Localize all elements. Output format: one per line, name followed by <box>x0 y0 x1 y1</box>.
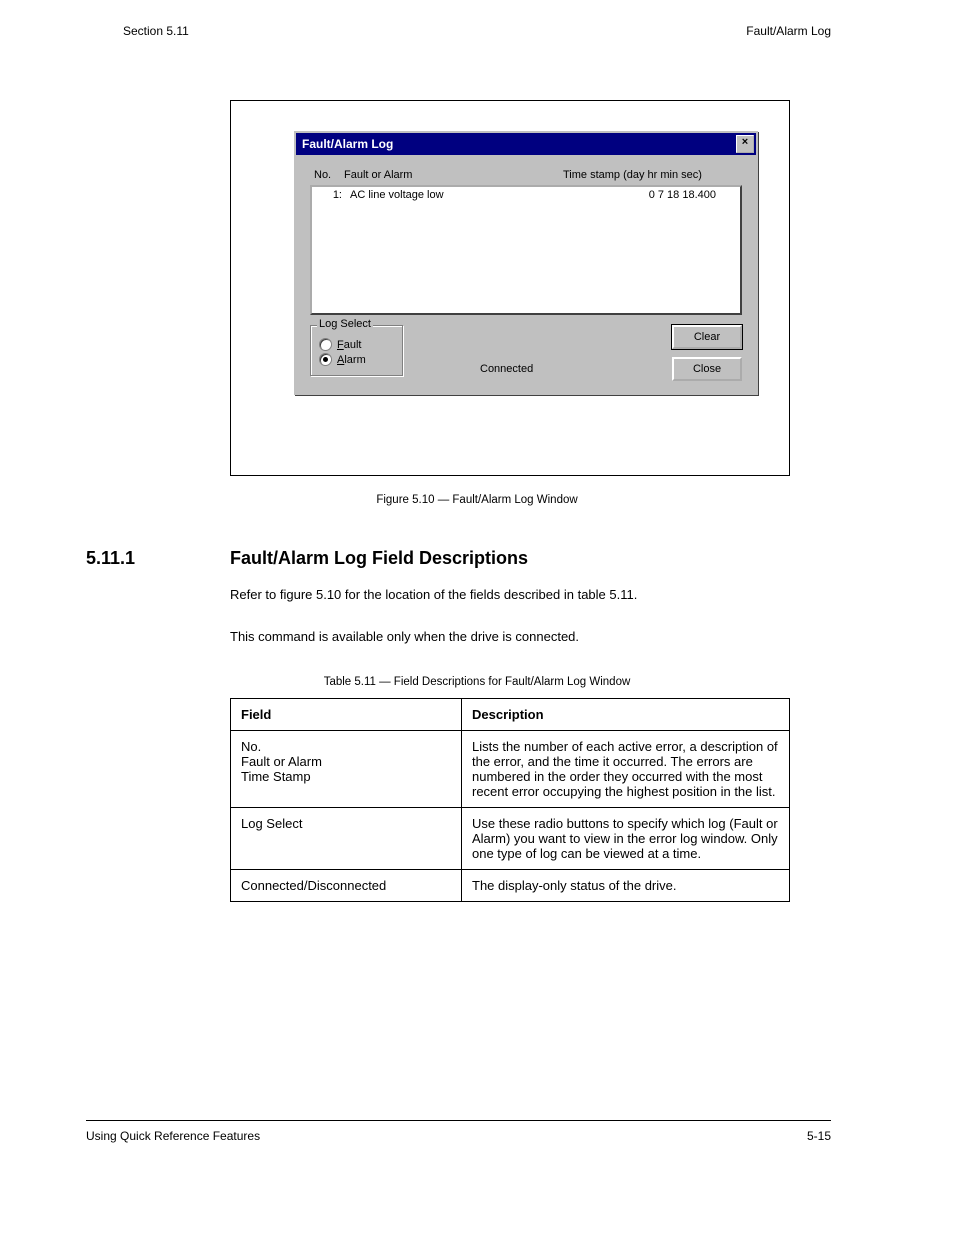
close-icon[interactable]: × <box>736 135 754 153</box>
radio-fault[interactable]: Fault <box>319 338 391 351</box>
table-header-row: Field Description <box>231 699 790 731</box>
body-paragraph: Refer to figure 5.10 for the location of… <box>230 586 790 605</box>
dialog-title: Fault/Alarm Log <box>302 137 393 151</box>
figure-caption: Figure 5.10 — Fault/Alarm Log Window <box>0 494 954 506</box>
fault-alarm-dialog: Fault/Alarm Log × No. Fault or Alarm Tim… <box>294 131 758 395</box>
entry-timestamp: 0 7 18 18.400 <box>576 189 736 201</box>
field-descriptions-table: Field Description No. Fault or Alarm Tim… <box>230 698 790 902</box>
table-cell: No. Fault or Alarm Time Stamp <box>231 731 462 808</box>
close-button[interactable]: Close <box>672 357 742 381</box>
table-header-description: Description <box>462 699 790 731</box>
list-item[interactable]: 1: AC line voltage low 0 7 18 18.400 <box>316 189 736 201</box>
table-cell: Use these radio buttons to specify which… <box>462 808 790 870</box>
radio-icon <box>319 353 332 366</box>
entry-no: 1: <box>316 189 350 201</box>
entry-name: AC line voltage low <box>350 189 576 201</box>
section-number: 5.11.1 <box>86 548 135 569</box>
dialog-titlebar: Fault/Alarm Log × <box>296 133 756 155</box>
footer-right: 5-15 <box>807 1129 831 1143</box>
log-listbox[interactable]: 1: AC line voltage low 0 7 18 18.400 <box>310 185 742 315</box>
connection-status: Connected <box>480 363 533 375</box>
col-no: No. <box>314 169 344 181</box>
log-select-group: Log Select Fault Alarm <box>310 325 404 377</box>
page-header-right: Fault/Alarm Log <box>746 24 831 38</box>
table-row: Log Select Use these radio buttons to sp… <box>231 808 790 870</box>
col-name: Fault or Alarm <box>344 169 563 181</box>
table-header-field: Field <box>231 699 462 731</box>
body-paragraph: This command is available only when the … <box>230 628 790 647</box>
table-cell: The display-only status of the drive. <box>462 870 790 902</box>
clear-button[interactable]: Clear <box>672 325 742 349</box>
radio-icon <box>319 338 332 351</box>
page-footer: Using Quick Reference Features 5-15 <box>86 1120 831 1143</box>
table-cell: Lists the number of each active error, a… <box>462 731 790 808</box>
section-title: Fault/Alarm Log Field Descriptions <box>230 548 528 569</box>
table-caption: Table 5.11 — Field Descriptions for Faul… <box>0 676 954 688</box>
figure-frame: Fault/Alarm Log × No. Fault or Alarm Tim… <box>230 100 790 476</box>
table-cell: Connected/Disconnected <box>231 870 462 902</box>
list-header-row: No. Fault or Alarm Time stamp (day hr mi… <box>310 169 742 185</box>
table-row: Connected/Disconnected The display-only … <box>231 870 790 902</box>
radio-alarm[interactable]: Alarm <box>319 353 391 366</box>
table-cell: Log Select <box>231 808 462 870</box>
table-row: No. Fault or Alarm Time Stamp Lists the … <box>231 731 790 808</box>
log-select-legend: Log Select <box>317 318 373 330</box>
footer-left: Using Quick Reference Features <box>86 1129 260 1143</box>
page-header-left: Section 5.11 <box>123 24 189 38</box>
col-timestamp: Time stamp (day hr min sec) <box>563 169 738 181</box>
